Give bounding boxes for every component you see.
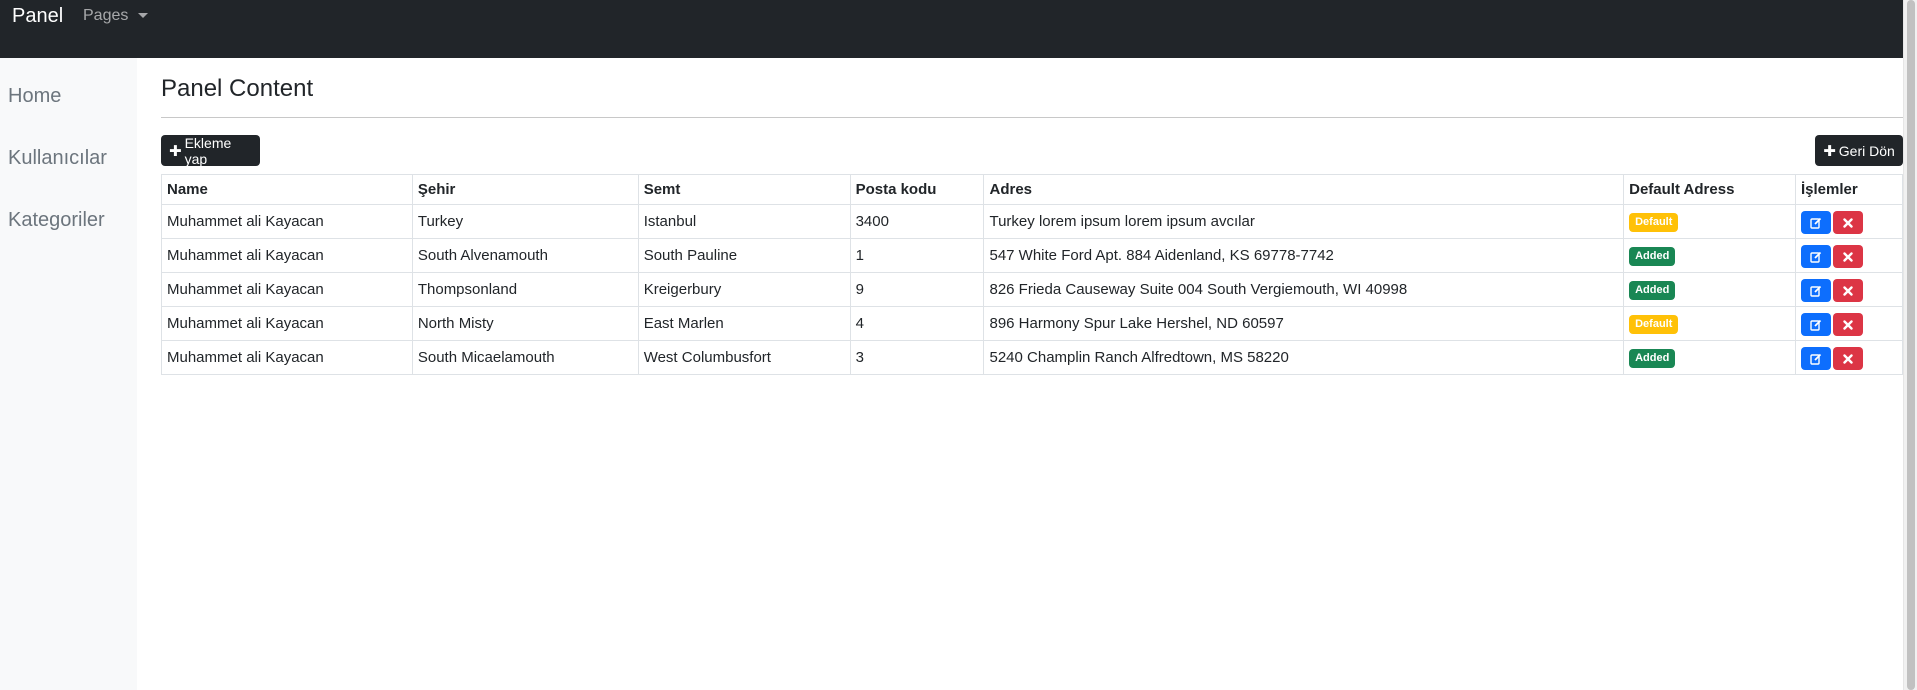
edit-icon	[1810, 353, 1822, 365]
top-navbar: Panel Pages	[0, 0, 1903, 58]
cell-actions	[1795, 272, 1903, 307]
add-button-label: Ekleme yap	[184, 134, 232, 167]
cell-semt: Istanbul	[637, 204, 851, 239]
vertical-scrollbar[interactable]	[1903, 0, 1917, 690]
table-row: Muhammet ali Kayacan North Misty East Marl…	[161, 306, 1903, 341]
back-button-label: Geri Dön	[1838, 142, 1895, 159]
header-posta-kodu: Posta kodu	[849, 174, 985, 205]
cell-actions	[1795, 306, 1903, 341]
cell-default-adress: Added	[1623, 272, 1796, 307]
scrollbar-thumb[interactable]	[1907, 0, 1915, 690]
cell-semt: Kreigerbury	[637, 272, 851, 307]
cell-sehir: Thompsonland	[411, 272, 639, 307]
cell-posta-kodu: 1	[849, 238, 985, 273]
delete-button[interactable]	[1833, 347, 1863, 370]
header-adres: Adres	[983, 174, 1625, 205]
edit-icon	[1810, 319, 1822, 331]
cell-name: Muhammet ali Kayacan	[161, 272, 413, 307]
delete-x-icon	[1843, 285, 1853, 296]
delete-button[interactable]	[1833, 211, 1863, 234]
back-button[interactable]: ✚ Geri Dön	[1815, 135, 1903, 166]
sidebar-item-kategoriler[interactable]: Kategoriler	[8, 209, 105, 232]
status-badge: Added	[1629, 280, 1676, 300]
cell-sehir: Turkey	[411, 204, 639, 239]
delete-button[interactable]	[1833, 245, 1863, 268]
cell-posta-kodu: 3	[849, 340, 985, 375]
edit-button[interactable]	[1801, 279, 1831, 302]
cell-semt: South Pauline	[637, 238, 851, 273]
delete-x-icon	[1843, 319, 1853, 330]
delete-x-icon	[1843, 251, 1853, 262]
status-badge: Added	[1629, 348, 1676, 368]
header-name: Name	[161, 174, 413, 205]
pages-dropdown-toggle[interactable]: Pages	[83, 7, 149, 25]
cell-sehir: North Misty	[411, 306, 639, 341]
sidebar: Home Kullanıcılar Kategoriler	[0, 58, 137, 690]
delete-x-icon	[1843, 353, 1853, 364]
cell-adres: Turkey lorem ipsum lorem ipsum avcılar	[983, 204, 1625, 239]
edit-button[interactable]	[1801, 245, 1831, 268]
table-row: Muhammet ali Kayacan Thompsonland Kreigerb…	[161, 272, 1903, 307]
cell-posta-kodu: 3400	[849, 204, 985, 239]
plus-icon: ✚	[169, 142, 182, 160]
status-badge: Added	[1629, 246, 1676, 266]
cell-sehir: South Alvenamouth	[411, 238, 639, 273]
sidebar-item-kullanicilar[interactable]: Kullanıcılar	[8, 147, 107, 170]
cell-posta-kodu: 9	[849, 272, 985, 307]
delete-button[interactable]	[1833, 313, 1863, 336]
brand-link[interactable]: Panel	[12, 5, 63, 28]
header-islemler: İşlemler	[1795, 174, 1903, 205]
edit-button[interactable]	[1801, 211, 1831, 234]
cell-adres: 896 Harmony Spur Lake Hershel, ND 60597	[983, 306, 1625, 341]
cell-adres: 826 Frieda Causeway Suite 004 South Verg…	[983, 272, 1625, 307]
header-semt: Semt	[637, 174, 851, 205]
cell-name: Muhammet ali Kayacan	[161, 204, 413, 239]
table-header-row: Name Şehir Semt Posta kodu Adres Default…	[161, 174, 1903, 205]
cell-default-adress: Default	[1623, 204, 1796, 239]
cell-name: Muhammet ali Kayacan	[161, 340, 413, 375]
table-body: Muhammet ali Kayacan Turkey Istanbul 3400 Tu…	[161, 204, 1903, 375]
cell-actions	[1795, 238, 1903, 273]
page-title: Panel Content	[161, 75, 314, 102]
edit-button[interactable]	[1801, 347, 1831, 370]
cell-default-adress: Default	[1623, 306, 1796, 341]
caret-down-icon	[138, 12, 149, 18]
table-row: Muhammet ali Kayacan Turkey Istanbul 3400 Tu…	[161, 204, 1903, 239]
header-sehir: Şehir	[411, 174, 639, 205]
cell-default-adress: Added	[1623, 340, 1796, 375]
cell-sehir: South Micaelamouth	[411, 340, 639, 375]
cell-semt: East Marlen	[637, 306, 851, 341]
status-badge: Default	[1629, 314, 1679, 334]
address-table: Name Şehir Semt Posta kodu Adres Default…	[161, 174, 1903, 375]
edit-button[interactable]	[1801, 313, 1831, 336]
cell-default-adress: Added	[1623, 238, 1796, 273]
edit-icon	[1810, 251, 1822, 263]
cell-adres: 5240 Champlin Ranch Alfredtown, MS 58220	[983, 340, 1625, 375]
title-divider	[161, 117, 1903, 118]
edit-icon	[1810, 217, 1822, 229]
cell-semt: West Columbusfort	[637, 340, 851, 375]
add-button[interactable]: ✚ Ekleme yap	[161, 134, 260, 167]
cell-name: Muhammet ali Kayacan	[161, 306, 413, 341]
cell-actions	[1795, 340, 1903, 375]
table-row: Muhammet ali Kayacan South Alvenamouth Sou…	[161, 238, 1903, 273]
table-row: Muhammet ali Kayacan South Micaelamouth We…	[161, 340, 1903, 375]
edit-icon	[1810, 285, 1822, 297]
cell-actions	[1795, 204, 1903, 239]
status-badge: Default	[1629, 212, 1679, 232]
sidebar-item-home[interactable]: Home	[8, 85, 61, 108]
cell-name: Muhammet ali Kayacan	[161, 238, 413, 273]
pages-label: Pages	[83, 7, 129, 24]
delete-x-icon	[1843, 217, 1853, 228]
header-default-adress: Default Adress	[1623, 174, 1796, 205]
plus-icon: ✚	[1823, 142, 1836, 160]
delete-button[interactable]	[1833, 279, 1863, 302]
cell-adres: 547 White Ford Apt. 884 Aidenland, KS 69…	[983, 238, 1625, 273]
cell-posta-kodu: 4	[849, 306, 985, 341]
